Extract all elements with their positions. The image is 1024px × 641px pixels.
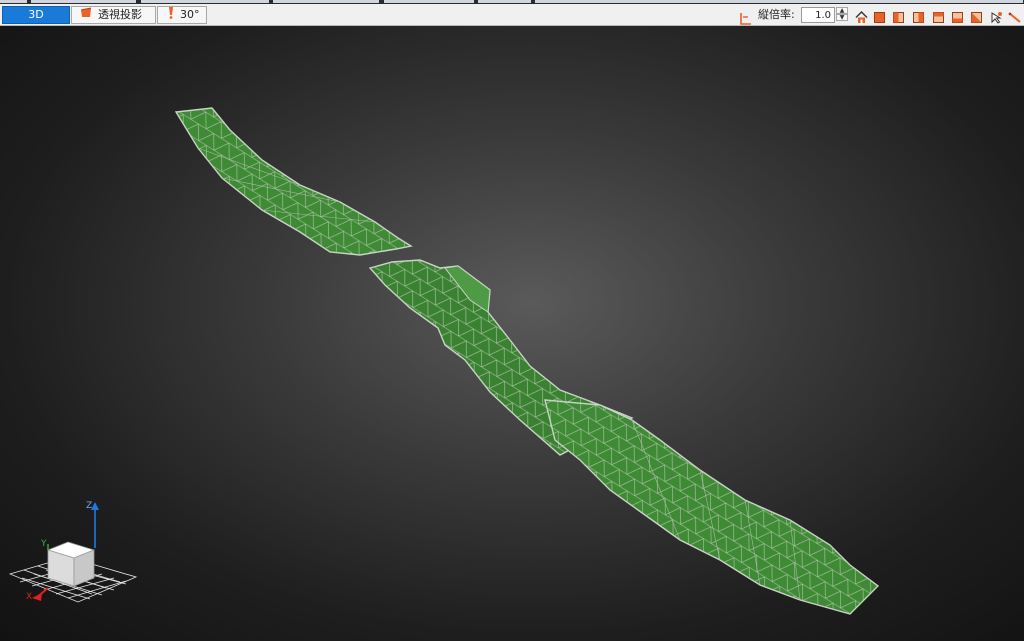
left-view-icon[interactable]	[932, 9, 945, 23]
ratio-spinner[interactable]: ▲ ▼	[836, 7, 848, 23]
mode-3d-label: 3D	[28, 8, 44, 21]
axis-x-label: X	[26, 592, 33, 602]
front-view-icon[interactable]	[892, 9, 905, 23]
axis-z-label: Z	[86, 501, 93, 511]
top-view-icon[interactable]	[970, 9, 983, 23]
angle-button[interactable]: 30°	[157, 6, 207, 24]
mesh-segment-upper	[174, 107, 413, 256]
home-icon[interactable]	[855, 9, 868, 23]
mesh-segment-lower	[544, 399, 880, 615]
spin-down-button[interactable]: ▼	[836, 14, 848, 21]
view-toolbar: 3D 透視投影 30° 縦倍率: ▲ ▼	[0, 4, 1024, 26]
measure-icon[interactable]	[1008, 9, 1021, 23]
spin-up-button[interactable]: ▲	[836, 7, 848, 14]
axis-y-label: Y	[41, 539, 47, 549]
angle-icon	[168, 6, 174, 24]
perspective-icon	[80, 7, 92, 23]
back-view-icon[interactable]	[912, 9, 925, 23]
axis-gizmo: Z Y X	[8, 501, 138, 607]
projection-button[interactable]: 透視投影	[71, 6, 156, 24]
box-icon[interactable]	[873, 9, 886, 23]
select-icon[interactable]	[990, 9, 1003, 24]
projection-label: 透視投影	[98, 8, 142, 21]
right-view-icon[interactable]	[951, 9, 964, 23]
terrain-mesh-canvas[interactable]	[0, 26, 1024, 641]
mode-3d-button[interactable]: 3D	[2, 6, 70, 24]
3d-viewport[interactable]: Z Y X	[0, 26, 1024, 641]
ratio-label: 縦倍率:	[758, 8, 795, 21]
vertical-scale-icon	[739, 10, 752, 25]
vertical-ratio-input[interactable]	[801, 7, 835, 23]
angle-label: 30°	[180, 8, 200, 21]
